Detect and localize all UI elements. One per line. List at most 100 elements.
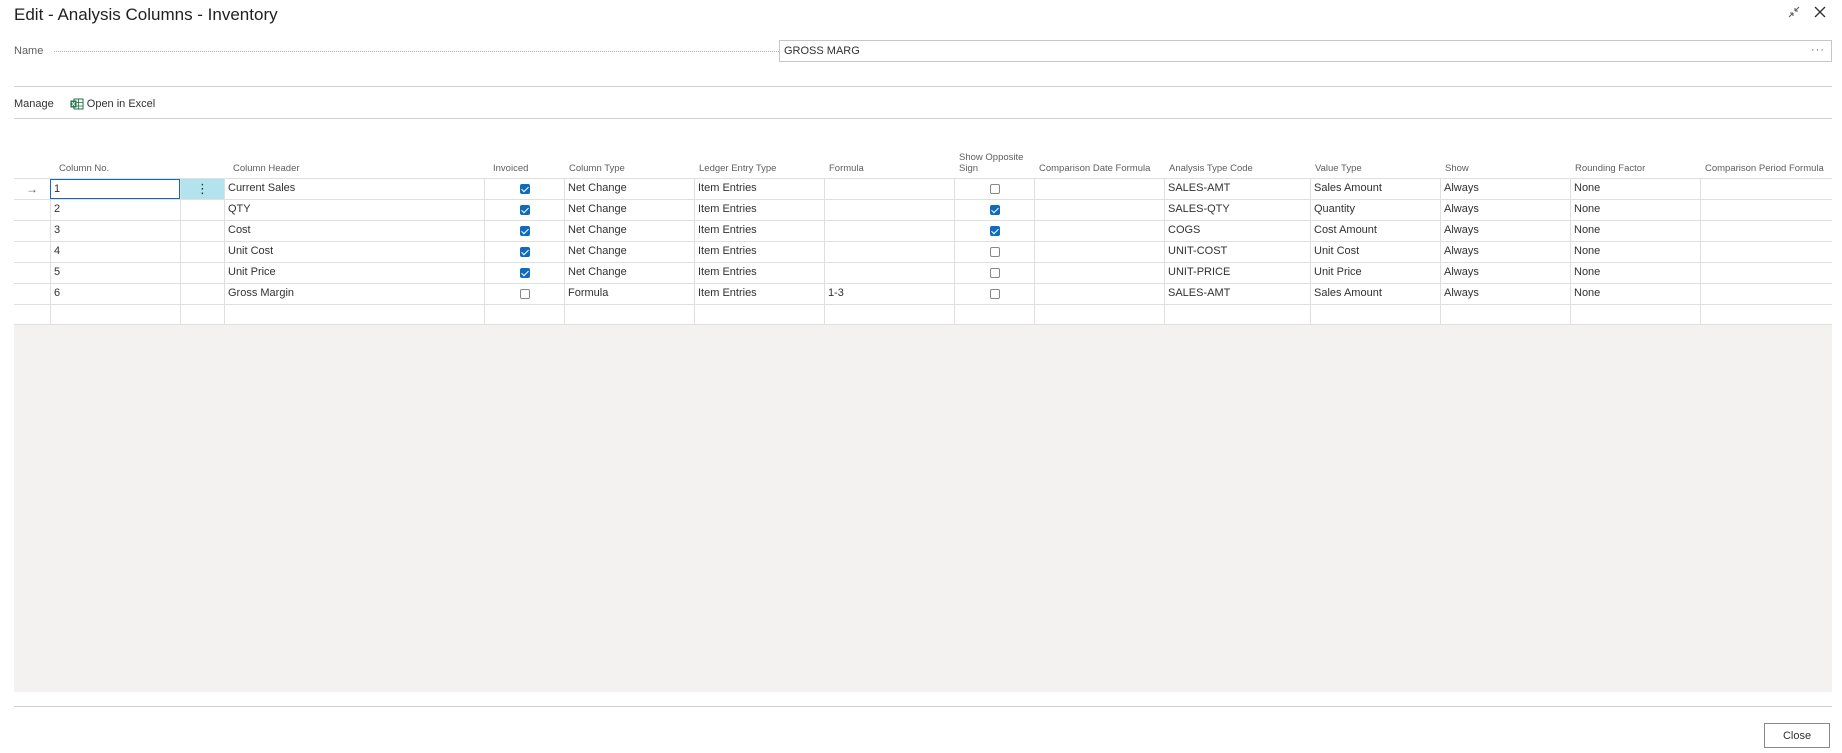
cell-comparison-period-formula[interactable]: [1700, 242, 1832, 262]
cell-invoiced[interactable]: [484, 179, 564, 199]
header-column-header[interactable]: Column Header: [228, 148, 488, 178]
empty-cell[interactable]: [484, 305, 564, 325]
cell-rounding-factor[interactable]: None: [1570, 200, 1700, 220]
cell-column-no[interactable]: 2: [50, 200, 180, 220]
cell-analysis-type-code[interactable]: COGS: [1164, 221, 1310, 241]
cell-show[interactable]: Always: [1440, 284, 1570, 304]
close-icon[interactable]: [1812, 4, 1828, 20]
cell-column-header[interactable]: QTY: [224, 200, 484, 220]
header-column-type[interactable]: Column Type: [564, 148, 694, 178]
invoiced-checkbox[interactable]: [519, 289, 530, 299]
cell-value-type[interactable]: Unit Price: [1310, 263, 1440, 283]
row-actions-cell[interactable]: [180, 263, 224, 283]
cell-show[interactable]: Always: [1440, 179, 1570, 199]
show-opposite-sign-checkbox[interactable]: [989, 205, 1000, 215]
cell-column-type[interactable]: Net Change: [564, 200, 694, 220]
cell-value-type[interactable]: Sales Amount: [1310, 284, 1440, 304]
cell-ledger-entry-type[interactable]: Item Entries: [694, 263, 824, 283]
cell-column-type[interactable]: Net Change: [564, 242, 694, 262]
cell-rounding-factor[interactable]: None: [1570, 263, 1700, 283]
cell-formula[interactable]: [824, 200, 954, 220]
empty-cell[interactable]: [1700, 305, 1832, 325]
cell-rounding-factor[interactable]: None: [1570, 284, 1700, 304]
row-selector[interactable]: [14, 305, 50, 325]
cell-comparison-period-formula[interactable]: [1700, 221, 1832, 241]
row-actions-cell[interactable]: [180, 242, 224, 262]
cell-show[interactable]: Always: [1440, 200, 1570, 220]
cell-show[interactable]: Always: [1440, 263, 1570, 283]
cell-column-header[interactable]: Gross Margin: [224, 284, 484, 304]
empty-cell[interactable]: [824, 305, 954, 325]
cell-formula[interactable]: [824, 221, 954, 241]
cell-column-no[interactable]: 5: [50, 263, 180, 283]
cell-show-opposite-sign[interactable]: [954, 179, 1034, 199]
row-actions-cell[interactable]: [180, 305, 224, 325]
invoiced-checkbox[interactable]: [519, 247, 530, 257]
cell-analysis-type-code[interactable]: SALES-QTY: [1164, 200, 1310, 220]
cell-rounding-factor[interactable]: None: [1570, 179, 1700, 199]
empty-cell[interactable]: [1570, 305, 1700, 325]
invoiced-checkbox[interactable]: [519, 226, 530, 236]
cell-analysis-type-code[interactable]: UNIT-PRICE: [1164, 263, 1310, 283]
cell-formula[interactable]: [824, 179, 954, 199]
empty-cell[interactable]: [1310, 305, 1440, 325]
row-actions-cell[interactable]: [180, 200, 224, 220]
cell-column-no[interactable]: 3: [50, 221, 180, 241]
row-selector[interactable]: [14, 200, 50, 220]
cell-show[interactable]: Always: [1440, 221, 1570, 241]
header-show[interactable]: Show: [1440, 148, 1570, 178]
cell-ledger-entry-type[interactable]: Item Entries: [694, 221, 824, 241]
table-row[interactable]: [14, 304, 1832, 325]
cell-column-header[interactable]: Cost: [224, 221, 484, 241]
empty-cell[interactable]: [1440, 305, 1570, 325]
empty-cell[interactable]: [1034, 305, 1164, 325]
cell-ledger-entry-type[interactable]: Item Entries: [694, 200, 824, 220]
header-rounding-factor[interactable]: Rounding Factor: [1570, 148, 1700, 178]
cell-show-opposite-sign[interactable]: [954, 242, 1034, 262]
invoiced-checkbox[interactable]: [519, 205, 530, 215]
cell-invoiced[interactable]: [484, 242, 564, 262]
cell-show-opposite-sign[interactable]: [954, 200, 1034, 220]
header-analysis-type-code[interactable]: Analysis Type Code: [1164, 148, 1310, 178]
show-opposite-sign-checkbox[interactable]: [989, 268, 1000, 278]
cell-ledger-entry-type[interactable]: Item Entries: [694, 284, 824, 304]
open-in-excel-button[interactable]: Open in Excel: [70, 98, 155, 110]
header-ledger-entry-type[interactable]: Ledger Entry Type: [694, 148, 824, 178]
table-row[interactable]: → 1 ⋮ Current Sales Net Change Item Entries SA…: [14, 178, 1832, 199]
empty-cell[interactable]: [564, 305, 694, 325]
cell-comparison-period-formula[interactable]: [1700, 263, 1832, 283]
show-opposite-sign-checkbox[interactable]: [989, 247, 1000, 257]
row-actions-cell[interactable]: [180, 221, 224, 241]
cell-analysis-type-code[interactable]: SALES-AMT: [1164, 284, 1310, 304]
show-opposite-sign-checkbox[interactable]: [989, 289, 1000, 299]
collapse-icon[interactable]: [1786, 4, 1802, 20]
cell-column-no[interactable]: 1: [50, 179, 180, 199]
cell-comparison-date-formula[interactable]: [1034, 200, 1164, 220]
cell-column-no[interactable]: 6: [50, 284, 180, 304]
cell-invoiced[interactable]: [484, 284, 564, 304]
cell-show[interactable]: Always: [1440, 242, 1570, 262]
cell-analysis-type-code[interactable]: UNIT-COST: [1164, 242, 1310, 262]
row-actions-icon[interactable]: ⋮: [180, 179, 224, 199]
cell-comparison-period-formula[interactable]: [1700, 200, 1832, 220]
cell-comparison-period-formula[interactable]: [1700, 179, 1832, 199]
table-row[interactable]: 4 Unit Cost Net Change Item Entries UNIT-COS…: [14, 241, 1832, 262]
show-opposite-sign-checkbox[interactable]: [989, 226, 1000, 236]
cell-show-opposite-sign[interactable]: [954, 221, 1034, 241]
cell-value-type[interactable]: Sales Amount: [1310, 179, 1440, 199]
empty-cell[interactable]: [1164, 305, 1310, 325]
cell-value-type[interactable]: Cost Amount: [1310, 221, 1440, 241]
invoiced-checkbox[interactable]: [519, 184, 530, 194]
header-invoiced[interactable]: Invoiced: [488, 148, 564, 178]
empty-cell[interactable]: [694, 305, 824, 325]
table-row[interactable]: 6 Gross Margin Formula Item Entries 1-3 SALES…: [14, 283, 1832, 304]
cell-column-header[interactable]: Unit Cost: [224, 242, 484, 262]
cell-rounding-factor[interactable]: None: [1570, 242, 1700, 262]
cell-column-no[interactable]: 4: [50, 242, 180, 262]
header-comparison-date-formula[interactable]: Comparison Date Formula: [1034, 148, 1164, 178]
cell-column-type[interactable]: Formula: [564, 284, 694, 304]
cell-column-type[interactable]: Net Change: [564, 263, 694, 283]
cell-show-opposite-sign[interactable]: [954, 263, 1034, 283]
header-comparison-period-formula[interactable]: Comparison Period Formula: [1700, 148, 1832, 178]
invoiced-checkbox[interactable]: [519, 268, 530, 278]
